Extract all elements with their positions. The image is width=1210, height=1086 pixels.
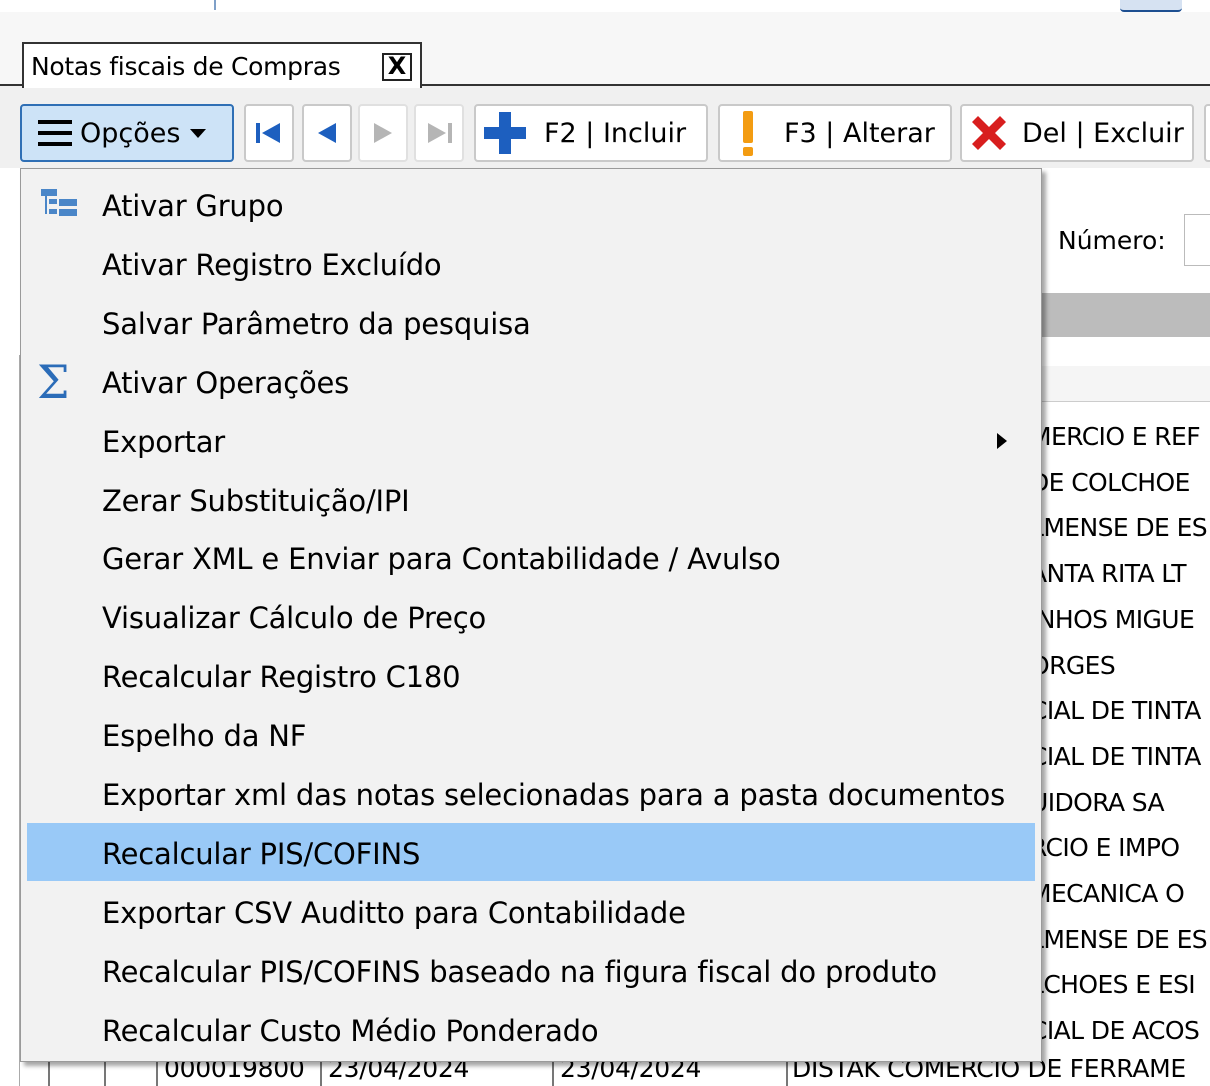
plus-icon <box>484 112 526 154</box>
table-row[interactable]: LCHOES E ESI <box>1030 970 1196 999</box>
table-row[interactable]: CIAL DE TINTA <box>1030 742 1201 771</box>
menu-item[interactable]: Ativar Registro Excluído <box>27 234 1035 292</box>
menu-item[interactable]: Exportar CSV Auditto para Contabilidade <box>27 882 1035 940</box>
menu-item[interactable]: Σ Ativar Operações <box>27 352 1035 410</box>
menu-item[interactable]: Recalcular Registro C180 <box>27 646 1035 704</box>
last-icon <box>428 123 452 143</box>
alterar-label: F3 | Alterar <box>784 117 935 149</box>
numero-label: Número: <box>1058 226 1166 255</box>
menu-item-label: Espelho da NF <box>102 719 307 754</box>
menu-item[interactable]: Zerar Substituição/IPI <box>27 470 1035 528</box>
alterar-button[interactable]: F3 | Alterar <box>718 104 952 162</box>
next-icon <box>374 123 392 143</box>
table-row[interactable]: CIAL DE TINTA <box>1030 696 1201 725</box>
table-row[interactable]: MECANICA O <box>1030 879 1185 908</box>
menu-item[interactable]: Exportar xml das notas selecionadas para… <box>27 764 1035 822</box>
menu-item-label: Exportar CSV Auditto para Contabilidade <box>102 895 686 930</box>
menu-item-label: Ativar Operações <box>102 365 350 400</box>
numero-input[interactable] <box>1184 214 1210 266</box>
group-band <box>1040 293 1210 337</box>
menu-item[interactable]: Gerar XML e Enviar para Contabilidade / … <box>27 528 1035 586</box>
menu-item-label: Recalcular PIS/COFINS <box>102 836 421 871</box>
table-row[interactable]: LMENSE DE ES <box>1030 513 1208 542</box>
menu-item[interactable]: Salvar Parâmetro da pesquisa <box>27 293 1035 351</box>
incluir-button[interactable]: F2 | Incluir <box>474 104 708 162</box>
excluir-label: Del | Excluir <box>1022 117 1184 149</box>
table-row[interactable]: LMENSE DE ES <box>1030 925 1208 954</box>
tab-bar: Notas fiscais de Compras X <box>0 12 1210 88</box>
grid-header <box>1040 366 1210 402</box>
tab-notas-fiscais-compras[interactable]: Notas fiscais de Compras X <box>22 42 422 88</box>
tab-close-button[interactable]: X <box>382 53 412 81</box>
more-button[interactable] <box>1204 104 1210 162</box>
menu-item-label: Zerar Substituição/IPI <box>102 483 410 518</box>
opcoes-dropdown-menu: Ativar Grupo Ativar Registro Excluído Salv… <box>20 168 1042 1062</box>
exclamation-icon <box>743 111 753 156</box>
table-row[interactable]: RCIO E IMPO <box>1030 833 1180 862</box>
table-row[interactable]: ANTA RITA LT <box>1030 559 1186 588</box>
menu-item-label: Salvar Parâmetro da pesquisa <box>102 306 531 341</box>
menu-item[interactable]: Exportar <box>27 411 1035 469</box>
top-divider <box>214 0 216 10</box>
table-row[interactable]: ORGES <box>1030 651 1116 680</box>
menu-item-label: Ativar Grupo <box>102 189 284 223</box>
menu-item-label: Visualizar Cálculo de Preço <box>102 601 487 636</box>
first-icon <box>256 123 280 143</box>
table-row[interactable]: DE COLCHOE <box>1030 468 1190 497</box>
top-right-control[interactable] <box>1120 0 1182 12</box>
menu-item-label: Ativar Registro Excluído <box>102 247 442 282</box>
tree-group-icon <box>41 189 77 216</box>
table-row[interactable]: CIAL DE ACOS <box>1030 1016 1200 1045</box>
toolbar: Opções F2 | Incluir F3 | Alterar Del | E… <box>0 88 1210 168</box>
next-record-button[interactable] <box>358 104 408 162</box>
hamburger-icon <box>38 120 72 146</box>
menu-item-label: Exportar <box>102 424 226 459</box>
menu-item[interactable]: Ativar Grupo <box>27 175 1035 233</box>
excluir-button[interactable]: Del | Excluir <box>960 104 1194 162</box>
submenu-arrow-icon <box>997 432 1007 449</box>
menu-item[interactable]: Recalcular Custo Médio Ponderado <box>27 1000 1035 1058</box>
table-row[interactable]: MERCIO E REF <box>1030 422 1201 451</box>
last-record-button[interactable] <box>414 104 464 162</box>
menu-item-label: Recalcular Custo Médio Ponderado <box>102 1013 599 1048</box>
red-x-icon <box>972 116 1006 150</box>
row-selector-column <box>0 355 20 1086</box>
sigma-icon: Σ <box>37 354 70 409</box>
table-row[interactable]: UIDORA SA <box>1030 788 1165 817</box>
menu-item[interactable]: Recalcular PIS/COFINS baseado na figura … <box>27 941 1035 999</box>
menu-item[interactable]: Recalcular PIS/COFINS <box>27 822 1035 881</box>
menu-item-label: Exportar xml das notas selecionadas para… <box>102 778 1005 812</box>
tab-title: Notas fiscais de Compras <box>31 51 341 81</box>
incluir-label: F2 | Incluir <box>544 117 687 149</box>
previous-icon <box>318 123 336 143</box>
opcoes-label: Opções <box>80 117 181 149</box>
opcoes-button[interactable]: Opções <box>20 104 234 162</box>
menu-item[interactable]: Espelho da NF <box>27 705 1035 763</box>
window-top-strip <box>0 0 1210 12</box>
menu-item[interactable]: Visualizar Cálculo de Preço <box>27 587 1035 645</box>
table-row[interactable]: INHOS MIGUE <box>1030 605 1195 634</box>
menu-item-label: Recalcular PIS/COFINS baseado na figura … <box>102 954 937 989</box>
menu-item-label: Gerar XML e Enviar para Contabilidade / … <box>102 542 781 577</box>
first-record-button[interactable] <box>244 104 294 162</box>
caret-down-icon <box>190 129 207 138</box>
menu-item-label: Recalcular Registro C180 <box>102 660 461 695</box>
previous-record-button[interactable] <box>302 104 352 162</box>
